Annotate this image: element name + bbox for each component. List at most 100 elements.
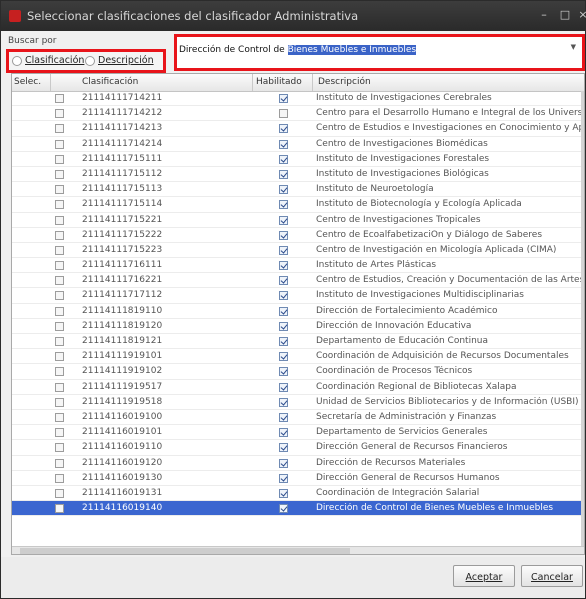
enabled-checkbox[interactable] — [279, 245, 288, 255]
enabled-checkbox[interactable] — [279, 276, 288, 286]
table-row[interactable]: 21114116019120 Dirección de Recursos Mate… — [12, 456, 584, 471]
select-checkbox[interactable] — [55, 169, 64, 179]
select-checkbox[interactable] — [55, 154, 64, 164]
select-checkbox[interactable] — [55, 428, 64, 438]
table-row[interactable]: 21114111716111 Instituto de Artes Plástic… — [12, 258, 584, 274]
table-row[interactable]: 21114111819110 Dirección de Fortalecimien… — [12, 304, 584, 319]
table-row[interactable]: 21114116019130 Dirección General de Recur… — [12, 471, 584, 486]
select-checkbox[interactable] — [55, 94, 64, 103]
select-checkbox[interactable] — [55, 276, 64, 286]
select-checkbox[interactable] — [55, 443, 64, 453]
table-row[interactable]: ▶21114116019140Dirección de Control de B… — [12, 501, 584, 517]
enabled-checkbox[interactable] — [279, 185, 288, 195]
table-row[interactable]: 21114111715221 Centro de Investigaciones … — [12, 213, 584, 228]
enabled-checkbox[interactable] — [279, 261, 288, 271]
select-checkbox[interactable] — [55, 382, 64, 392]
table-row[interactable]: 21114111919101 Coordinación de Adquisició… — [12, 349, 584, 365]
maximize-icon[interactable]: □ — [557, 7, 573, 23]
select-checkbox[interactable] — [55, 412, 64, 422]
table-row[interactable]: 21114111714211 Instituto de Investigacion… — [12, 91, 584, 107]
select-checkbox[interactable] — [55, 124, 64, 134]
enabled-checkbox[interactable] — [279, 412, 288, 422]
enabled-checkbox[interactable] — [279, 443, 288, 453]
table-row[interactable]: 21114111715111 Instituto de Investigacion… — [12, 152, 584, 167]
vertical-scrollbar[interactable] — [581, 91, 584, 546]
enabled-checkbox[interactable] — [279, 337, 288, 346]
select-checkbox[interactable] — [55, 352, 64, 362]
enabled-checkbox[interactable] — [279, 473, 288, 483]
select-checkbox[interactable] — [55, 291, 64, 301]
enabled-checkbox[interactable] — [279, 94, 288, 103]
radio-clasificacion[interactable] — [12, 56, 22, 66]
enabled-checkbox[interactable] — [279, 200, 288, 210]
table-row[interactable]: 21114116019110 Dirección General de Recur… — [12, 440, 584, 456]
table-row[interactable]: 21114111714212 Centro para el Desarrollo … — [12, 106, 584, 122]
table-row[interactable]: 21114111717112 Instituto de Investigacion… — [12, 288, 584, 304]
enabled-checkbox[interactable] — [279, 367, 288, 377]
cancel-button[interactable]: Cancelar — [521, 565, 583, 587]
select-checkbox[interactable] — [55, 337, 64, 346]
table-row[interactable]: 21114111714214 Centro de Investigaciones … — [12, 137, 584, 152]
accept-button[interactable]: Aceptar — [453, 565, 515, 587]
select-checkbox[interactable] — [55, 458, 64, 468]
table-row[interactable]: 21114116019101 Departamento de Servicios … — [12, 425, 584, 441]
header-divider[interactable] — [50, 74, 51, 91]
enabled-checkbox[interactable] — [279, 488, 288, 498]
select-checkbox[interactable] — [55, 367, 64, 377]
enabled-checkbox[interactable] — [279, 382, 288, 392]
enabled-checkbox[interactable] — [279, 169, 288, 179]
radio-clasificacion-label[interactable]: Clasificación — [25, 55, 84, 66]
close-icon[interactable]: × — [575, 7, 586, 23]
table-row[interactable]: 21114111716221 Centro de Estudios, Creaci… — [12, 273, 584, 289]
horizontal-scrollbar[interactable] — [12, 546, 584, 554]
title-bar[interactable]: Seleccionar clasificaciones del clasific… — [1, 1, 586, 31]
enabled-checkbox[interactable] — [279, 215, 288, 225]
table-row[interactable]: 21114111819121 Departamento de Educación … — [12, 334, 584, 350]
enabled-checkbox[interactable] — [279, 306, 288, 316]
select-checkbox[interactable] — [55, 261, 64, 271]
search-input[interactable]: Dirección de Control de Bienes Muebles e… — [177, 41, 575, 59]
table-row[interactable]: 21114116019131 Coordinación de Integració… — [12, 486, 584, 502]
header-habilitado[interactable]: Habilitado — [256, 77, 302, 87]
enabled-checkbox[interactable] — [279, 352, 288, 362]
radio-descripcion[interactable] — [85, 56, 95, 66]
enabled-checkbox[interactable] — [279, 109, 288, 119]
table-row[interactable]: 21114116019100 Secretaría de Administraci… — [12, 410, 584, 426]
enabled-checkbox[interactable] — [279, 230, 288, 240]
search-combobox[interactable]: Dirección de Control de Bienes Muebles e… — [174, 34, 585, 71]
table-row[interactable]: 21114111715112 Instituto de Investigacion… — [12, 167, 584, 183]
select-checkbox[interactable] — [55, 504, 64, 514]
table-row[interactable]: 21114111919102 Coordinación de Procesos T… — [12, 364, 584, 380]
table-row[interactable]: 21114111715113 Instituto de Neuroetología — [12, 182, 584, 198]
header-clasificacion[interactable]: Clasificación — [82, 77, 138, 87]
header-selec[interactable]: Selec. — [14, 77, 41, 87]
enabled-checkbox[interactable] — [279, 428, 288, 438]
select-checkbox[interactable] — [55, 200, 64, 210]
enabled-checkbox[interactable] — [279, 321, 288, 331]
table-row[interactable]: 21114111715114 Instituto de Biotecnología… — [12, 197, 584, 213]
enabled-checkbox[interactable] — [279, 139, 288, 149]
select-checkbox[interactable] — [55, 185, 64, 195]
table-row[interactable]: 21114111715223 Centro de Investigación en… — [12, 243, 584, 259]
table-row[interactable]: 21114111919517 Coordinación Regional de B… — [12, 380, 584, 395]
header-divider[interactable] — [312, 74, 313, 91]
table-row[interactable]: 21114111819120 Dirección de Innovación Ed… — [12, 319, 584, 334]
chevron-down-icon[interactable]: ▼ — [571, 43, 576, 51]
minimize-icon[interactable]: – — [536, 7, 552, 23]
enabled-checkbox[interactable] — [279, 124, 288, 134]
select-checkbox[interactable] — [55, 306, 64, 316]
select-checkbox[interactable] — [55, 245, 64, 255]
select-checkbox[interactable] — [55, 230, 64, 240]
enabled-checkbox[interactable] — [279, 504, 288, 514]
select-checkbox[interactable] — [55, 397, 64, 407]
select-checkbox[interactable] — [55, 473, 64, 483]
select-checkbox[interactable] — [55, 488, 64, 498]
enabled-checkbox[interactable] — [279, 291, 288, 301]
radio-descripcion-label[interactable]: Descripción — [98, 55, 154, 66]
select-checkbox[interactable] — [55, 215, 64, 225]
enabled-checkbox[interactable] — [279, 154, 288, 164]
select-checkbox[interactable] — [55, 321, 64, 331]
horizontal-scroll-thumb[interactable] — [20, 548, 350, 554]
table-row[interactable]: 21114111714213 Centro de Estudios e Inves… — [12, 121, 584, 137]
table-row[interactable]: 21114111919518 Unidad de Servicios Biblio… — [12, 395, 584, 410]
